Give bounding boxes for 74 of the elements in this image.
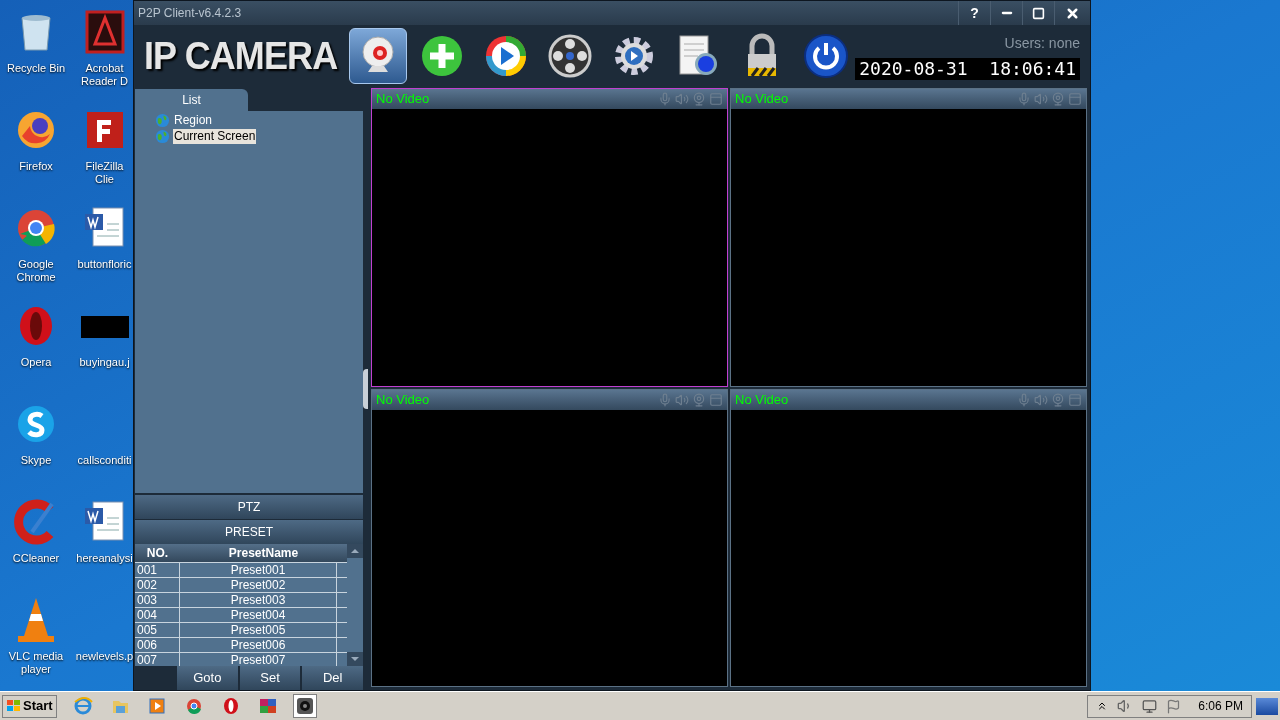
preset-action-button[interactable]: Del: [302, 666, 363, 690]
video-panel[interactable]: No Video: [730, 388, 1087, 687]
desktop-icon-label[interactable]: buyingau.j: [79, 356, 130, 369]
date-time: 2020-08-31 18:06:41: [855, 57, 1080, 80]
globe-icon: [155, 128, 170, 144]
desktop-icon-label[interactable]: VLC media player: [0, 650, 72, 676]
table-cell: Preset001: [180, 563, 337, 577]
preset-bar[interactable]: PRESET: [135, 520, 363, 544]
list-tab[interactable]: List: [135, 89, 248, 111]
table-cell: Preset005: [180, 623, 337, 637]
flag-icon[interactable]: [1166, 698, 1182, 714]
speaker-icon[interactable]: [1034, 92, 1048, 106]
tree-item[interactable]: Region: [173, 112, 214, 128]
clock[interactable]: 6:06 PM: [1198, 697, 1243, 715]
tree-item[interactable]: Current Screen: [173, 128, 257, 144]
power-icon: [802, 32, 851, 80]
column-header: PresetName: [227, 545, 300, 562]
help-button[interactable]: ?: [958, 1, 990, 25]
desktop-icon-label[interactable]: Google Chrome: [0, 258, 72, 284]
desktop-icon-label[interactable]: Opera: [20, 356, 52, 369]
desktop-icon-label[interactable]: CCleaner: [12, 552, 60, 565]
table-cell: 001: [135, 563, 180, 577]
desktop-icon-label[interactable]: buttonfloric: [77, 258, 132, 271]
splitter-handle[interactable]: [363, 368, 368, 409]
video-panel[interactable]: No Video: [371, 388, 728, 687]
video-panel[interactable]: No Video: [730, 88, 1087, 387]
desktop-icon-label[interactable]: Acrobat Reader D: [76, 62, 133, 88]
scroll-down-icon[interactable]: [347, 652, 363, 666]
close-icon: [1065, 5, 1080, 21]
table-cell: Preset002: [180, 578, 337, 592]
books-icon: [257, 696, 278, 716]
table-cell: 006: [135, 638, 180, 652]
speaker-icon[interactable]: [675, 392, 689, 407]
users-label: Users: none: [1004, 33, 1080, 53]
video-status: No Video: [735, 90, 789, 109]
speaker-icon[interactable]: [1034, 392, 1048, 407]
toolbar-button[interactable]: [349, 28, 408, 84]
desktop-icon-label[interactable]: hereanalysi: [76, 552, 133, 565]
preset-action-button[interactable]: Goto: [177, 666, 238, 690]
speaker-icon[interactable]: [675, 92, 689, 106]
start-button[interactable]: Start: [2, 694, 57, 718]
desktop-icon-label[interactable]: newlevels.p: [76, 650, 133, 663]
table-cell: Preset003: [180, 593, 337, 607]
show-desktop-button[interactable]: [1256, 697, 1278, 715]
browser-icon: [72, 696, 93, 716]
table-cell: Preset006: [180, 638, 337, 652]
table-cell: 002: [135, 578, 180, 592]
preset-action-button[interactable]: Set: [239, 666, 301, 690]
video-status: No Video: [735, 390, 789, 409]
column-header: NO.: [145, 545, 170, 562]
camera-icon: [294, 696, 315, 716]
desktop-icon-label[interactable]: FileZilla Clie: [76, 160, 133, 186]
video-status: No Video: [376, 390, 430, 409]
windows-logo-icon: [6, 699, 22, 713]
scroll-up-icon[interactable]: [347, 544, 363, 558]
globe-icon: [155, 112, 170, 128]
taskbar-app[interactable]: [292, 694, 317, 718]
scrollbar[interactable]: [347, 544, 363, 666]
table-cell: Preset004: [180, 608, 337, 622]
ptz-bar[interactable]: PTZ: [135, 495, 363, 519]
video-panel[interactable]: No Video: [371, 88, 728, 387]
desktop-icon-label[interactable]: callsconditi: [77, 454, 132, 467]
table-cell: 003: [135, 593, 180, 607]
table-cell: 005: [135, 623, 180, 637]
desktop-icon-label[interactable]: Skype: [20, 454, 52, 467]
window-title: P2P Client-v6.4.2.3: [138, 5, 242, 22]
maximize-icon: [1032, 6, 1045, 20]
desktop-icon-label[interactable]: Firefox: [19, 160, 53, 173]
table-cell: 004: [135, 608, 180, 622]
desktop-icon-label[interactable]: Recycle Bin: [6, 62, 66, 75]
video-status: No Video: [376, 90, 430, 109]
network-icon[interactable]: [1142, 698, 1158, 714]
play-icon: [146, 696, 167, 716]
app-logo: IP CAMERA: [143, 31, 339, 80]
